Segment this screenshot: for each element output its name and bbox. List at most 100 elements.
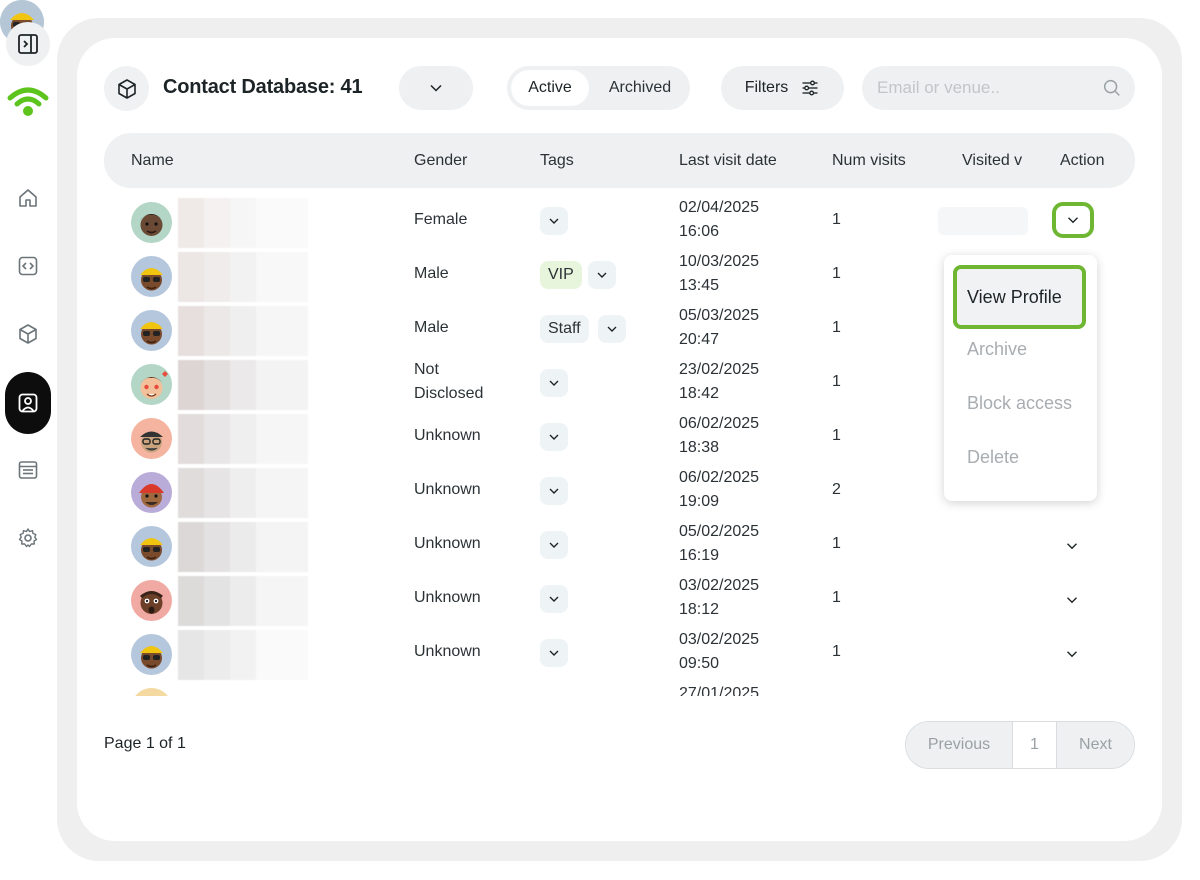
contacts-icon: [18, 393, 38, 413]
table-row[interactable]: 27/01/2025: [104, 676, 1135, 696]
contact-name-redacted: [178, 360, 308, 410]
sidebar-item-code[interactable]: [6, 244, 50, 288]
sidebar-item-contacts[interactable]: [5, 372, 51, 434]
num-visits-value: 1: [832, 589, 841, 606]
gender-value: Unknown: [414, 535, 481, 552]
database-select-dropdown[interactable]: [399, 66, 473, 110]
chevron-down-icon: [549, 650, 559, 656]
sidebar-item-home[interactable]: [6, 176, 50, 220]
menu-item-delete[interactable]: Delete: [967, 447, 1019, 468]
gender-value: Male: [414, 319, 449, 336]
last-visit-time: 18:42: [679, 385, 720, 402]
avatar: [131, 634, 172, 675]
last-visit-time: 20:47: [679, 331, 720, 348]
column-header-name[interactable]: Name: [131, 152, 174, 170]
search-input[interactable]: Email or venue..: [862, 66, 1135, 110]
column-header-action: Action: [1060, 152, 1105, 169]
tag-dropdown-button[interactable]: [588, 261, 616, 289]
tag-dropdown-button[interactable]: [540, 477, 568, 505]
tag-dropdown-button[interactable]: [540, 585, 568, 613]
row-action-dropdown-button[interactable]: [1052, 202, 1094, 238]
tag-dropdown-button[interactable]: [598, 315, 626, 343]
avatar: [131, 472, 172, 513]
last-visit-date: 05/02/2025: [679, 523, 760, 540]
column-header-tags[interactable]: Tags: [540, 152, 574, 170]
table-row[interactable]: Female 02/04/2025 16:06 1: [104, 190, 1135, 248]
gear-icon: [18, 528, 38, 548]
menu-item-view-profile[interactable]: View Profile: [953, 265, 1086, 329]
row-action-dropdown-button[interactable]: [1060, 588, 1084, 612]
last-visit-date: 03/02/2025: [679, 577, 760, 594]
chevron-down-icon: [549, 596, 559, 602]
column-header-num-visits[interactable]: Num visits: [832, 152, 906, 170]
chevron-down-icon: [430, 84, 442, 92]
num-visits-value: 1: [832, 535, 841, 552]
chevron-down-icon: [549, 434, 559, 440]
database-cube-icon: [104, 66, 149, 111]
chevron-down-icon: [607, 326, 617, 332]
contact-name-redacted: [178, 576, 308, 626]
gender-value: Unknown: [414, 643, 481, 660]
num-visits-value: 2: [832, 481, 841, 498]
column-header-gender[interactable]: Gender: [414, 152, 467, 170]
search-icon: [1103, 79, 1120, 96]
sidebar-item-products[interactable]: [6, 312, 50, 356]
avatar: [131, 364, 172, 405]
contact-name-redacted: [178, 414, 308, 464]
page-info: Page 1 of 1: [104, 735, 186, 752]
sidebar-toggle-button[interactable]: [6, 22, 50, 66]
last-visit-date: 23/02/2025: [679, 361, 760, 378]
last-visit-time: 19:09: [679, 493, 720, 510]
tag-dropdown-button[interactable]: [540, 207, 568, 235]
contact-name-redacted: [178, 522, 308, 572]
chevron-down-icon: [1068, 217, 1078, 224]
row-action-dropdown-button[interactable]: [1060, 534, 1084, 558]
table-row[interactable]: Unknown 03/02/2025 18:12 1: [104, 568, 1135, 626]
cube-icon: [19, 324, 37, 344]
next-page-button[interactable]: Next: [1057, 722, 1134, 768]
column-header-last-visit[interactable]: Last visit date: [679, 152, 777, 170]
tag-dropdown-button[interactable]: [540, 531, 568, 559]
filters-button[interactable]: Filters: [721, 66, 844, 110]
gender-value: Unknown: [414, 589, 481, 606]
last-visit-date: 10/03/2025: [679, 253, 760, 270]
menu-item-archive[interactable]: Archive: [967, 339, 1027, 360]
num-visits-value: 1: [832, 211, 841, 228]
previous-page-button[interactable]: Previous: [906, 722, 1013, 768]
filters-label: Filters: [744, 79, 789, 96]
last-visit-date: 05/03/2025: [679, 307, 760, 324]
tab-archived[interactable]: Archived: [595, 70, 685, 106]
tag-dropdown-button[interactable]: [540, 639, 568, 667]
gender-value: Unknown: [414, 481, 481, 498]
sidebar-item-settings[interactable]: [6, 516, 50, 560]
tag-badge[interactable]: VIP: [540, 261, 582, 289]
avatar: [131, 310, 172, 351]
num-visits-value: 1: [832, 265, 841, 282]
tag-dropdown-button[interactable]: [540, 423, 568, 451]
chevron-down-icon: [597, 272, 607, 278]
row-action-dropdown-button[interactable]: [1060, 642, 1084, 666]
menu-item-block-access[interactable]: Block access: [967, 393, 1072, 414]
chevron-down-icon: [549, 218, 559, 224]
avatar: [131, 526, 172, 567]
visited-venue-redacted: [938, 207, 1028, 235]
avatar: [131, 256, 172, 297]
column-header-visited[interactable]: Visited v: [962, 152, 1022, 170]
tag-badge[interactable]: Staff: [540, 315, 589, 343]
gender-value: Male: [414, 265, 449, 282]
table-row[interactable]: Unknown 03/02/2025 09:50 1: [104, 622, 1135, 680]
contact-name-redacted: [178, 252, 308, 302]
num-visits-value: 1: [832, 643, 841, 660]
sidebar-item-reports[interactable]: [6, 448, 50, 492]
home-icon: [19, 189, 37, 207]
last-visit-date: 02/04/2025: [679, 199, 760, 216]
tab-active[interactable]: Active: [511, 70, 589, 106]
chevron-down-icon: [549, 488, 559, 494]
last-visit-time: 18:38: [679, 439, 720, 456]
page-number-button[interactable]: 1: [1013, 722, 1057, 768]
chevron-down-icon: [1067, 651, 1077, 658]
last-visit-time: 18:12: [679, 601, 720, 618]
status-segmented-control: Active Archived: [507, 66, 690, 110]
table-row[interactable]: Unknown 05/02/2025 16:19 1: [104, 514, 1135, 572]
tag-dropdown-button[interactable]: [540, 369, 568, 397]
